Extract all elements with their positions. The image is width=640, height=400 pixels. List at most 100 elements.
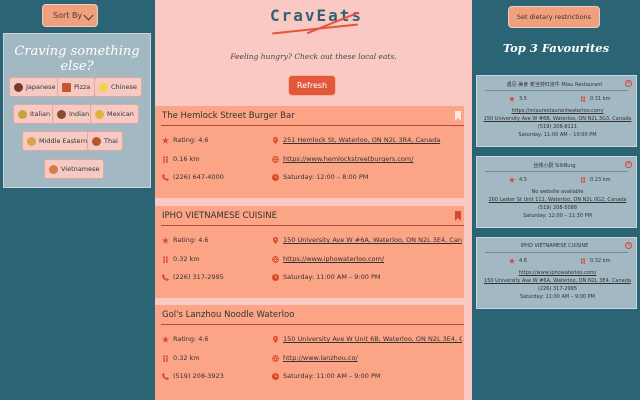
falafel-icon	[27, 136, 36, 146]
chevron-down-icon	[83, 10, 94, 21]
hours-text: Saturday: 11:00 AM – 9:00 PM	[283, 372, 381, 380]
rating-text: 4.6	[519, 258, 527, 264]
website-link[interactable]: http://www.lanzhou.co/	[283, 354, 358, 362]
pasta-icon	[18, 109, 27, 119]
distance-text: 0.16 km	[173, 155, 200, 163]
address-link[interactable]: 150 University Ave W Unit 6B, Waterloo, …	[283, 335, 462, 343]
right-panel: Set dietary restrictions Top 3 Favourite…	[472, 0, 640, 400]
favourite-hours: Saturday: 11:00 AM – 10:00 PM	[518, 132, 597, 138]
remove-favourite-icon[interactable]: ×	[625, 80, 632, 87]
favourite-divider	[485, 252, 628, 253]
address-link[interactable]: 150 University Ave W #6A, Waterloo, ON N…	[283, 236, 462, 244]
sort-by-label: Sort By	[53, 11, 83, 20]
bookmark-icon[interactable]	[455, 211, 461, 221]
favourite-hours: Saturday: 12:00 – 11:30 PM	[523, 213, 592, 219]
favourite-address[interactable]: 260 Lester St Unit 111, Waterloo, ON N2L…	[477, 197, 638, 203]
chip-thai[interactable]: Thai	[87, 131, 123, 151]
chip-italian[interactable]: Italian	[13, 104, 56, 124]
website-link[interactable]: https://www.hemlockstreetburgers.com/	[283, 155, 413, 163]
distance-row: 0.32 km	[162, 354, 200, 362]
rating-row: Rating: 4.6	[162, 236, 209, 244]
address-link[interactable]: 251 Hemlock St, Waterloo, ON N2L 3R4, Ca…	[283, 136, 440, 144]
card-divider	[161, 125, 464, 126]
taco-icon	[95, 109, 104, 119]
distance-text: 0.31 km	[590, 96, 611, 102]
noodle-bowl-icon	[92, 136, 101, 146]
card-divider	[161, 324, 464, 325]
phone-text: (226) 647-4000	[173, 173, 224, 181]
chip-vietnamese[interactable]: Vietnamese	[44, 159, 105, 179]
craving-title: Craving something else?	[14, 44, 140, 74]
address-row: 251 Hemlock St, Waterloo, ON N2L 3R4, Ca…	[272, 136, 462, 144]
star-icon	[162, 236, 169, 244]
phone-icon	[162, 372, 169, 380]
chip-label: Japanese	[26, 83, 56, 91]
website-row: http://www.lanzhou.co/	[272, 354, 462, 362]
refresh-button[interactable]: Refresh	[288, 75, 336, 96]
chip-label: Mexican	[107, 110, 134, 118]
chip-middle-eastern[interactable]: Middle Eastern	[22, 131, 93, 151]
rating-text: 4.5	[519, 177, 527, 183]
dietary-restrictions-button[interactable]: Set dietary restrictions	[508, 6, 600, 28]
favourite-card: IPHO VIETNAMESE CUISINE × 4.6 0.32 km ht…	[476, 237, 637, 309]
restaurant-name: Gol's Lanzhou Noodle Waterloo	[162, 310, 295, 320]
map-pin-icon	[273, 136, 278, 144]
favourite-card: 丝缕小厨 SilkBurg × 4.5 0.23 km No website a…	[476, 156, 637, 228]
hours-text: Saturday: 12:00 – 8:00 PM	[283, 173, 369, 181]
hours-row: Saturday: 11:00 AM – 9:00 PM	[272, 372, 462, 380]
favourite-website[interactable]: https://www.iphowaterloo.com/	[477, 270, 638, 276]
chip-label: Chinese	[111, 83, 137, 91]
website-link[interactable]: https://www.iphowaterloo.com/	[283, 255, 384, 263]
rating-text: 3.5	[519, 96, 527, 102]
rating-text: Rating: 4.6	[173, 136, 209, 144]
globe-icon	[272, 155, 279, 163]
chip-japanese[interactable]: Japanese	[9, 77, 61, 97]
hours-row: Saturday: 11:00 AM – 9:00 PM	[272, 273, 462, 281]
restaurant-card: IPHO VIETNAMESE CUISINE Rating: 4.6 0.32…	[155, 206, 464, 298]
favourites-title: Top 3 Favourites	[502, 41, 610, 55]
walking-icon	[163, 155, 168, 163]
star-icon	[509, 258, 515, 264]
favourite-distance: 0.23 km	[580, 177, 611, 183]
pho-icon	[49, 164, 58, 174]
distance-text: 0.32 km	[173, 354, 200, 362]
restaurant-name: IPHO VIETNAMESE CUISINE	[162, 211, 277, 221]
bookmark-icon[interactable]	[455, 111, 461, 121]
chip-mexican[interactable]: Mexican	[90, 104, 139, 124]
distance-text: 0.23 km	[590, 177, 611, 183]
remove-favourite-icon[interactable]: ×	[625, 161, 632, 168]
favourite-name: IPHO VIETNAMESE CUISINE	[520, 243, 589, 249]
walking-icon	[163, 255, 168, 263]
favourite-divider	[485, 171, 628, 172]
walking-icon	[580, 258, 586, 264]
chip-chinese[interactable]: Chinese	[94, 77, 142, 97]
chip-label: Vietnamese	[61, 165, 100, 173]
chip-indian[interactable]: Indian	[52, 104, 95, 124]
distance-text: 0.32 km	[590, 258, 611, 264]
favourite-name: 丝缕小厨 SilkBurg	[533, 163, 576, 169]
favourite-distance: 0.32 km	[580, 258, 611, 264]
chip-pizza[interactable]: Pizza	[57, 77, 96, 97]
walking-icon	[580, 177, 586, 183]
restaurant-card: Gol's Lanzhou Noodle Waterloo Rating: 4.…	[155, 305, 464, 400]
favourite-address[interactable]: 150 University Ave W #6A, Waterloo, ON N…	[477, 278, 638, 284]
restaurant-card: The Hemlock Street Burger Bar Rating: 4.…	[155, 106, 464, 198]
chip-label: Thai	[104, 137, 118, 145]
favourite-address[interactable]: 150 University Ave W #6B, Waterloo, ON N…	[477, 116, 638, 122]
pizza-icon	[62, 82, 71, 92]
favourite-phone: (519) 208-5088	[537, 205, 578, 211]
remove-favourite-icon[interactable]: ×	[625, 242, 632, 249]
favourite-divider	[485, 90, 628, 91]
chip-label: Italian	[30, 110, 51, 118]
sort-by-button[interactable]: Sort By	[42, 4, 98, 27]
favourite-name: 遇见·美食 麦当劳红烧牛 Miau Restaurant	[506, 82, 603, 88]
address-row: 150 University Ave W #6A, Waterloo, ON N…	[272, 236, 462, 244]
dumpling-icon	[99, 82, 108, 92]
main-panel: CravEats Feeling hungry? Check out these…	[155, 0, 472, 400]
favourite-website[interactable]: https://miaurestaurantwaterloo.com/	[477, 108, 638, 114]
globe-icon	[272, 255, 279, 263]
sushi-icon	[14, 82, 23, 92]
favourite-website: No website available	[531, 189, 584, 195]
star-icon	[162, 136, 169, 144]
address-row: 150 University Ave W Unit 6B, Waterloo, …	[272, 335, 462, 343]
